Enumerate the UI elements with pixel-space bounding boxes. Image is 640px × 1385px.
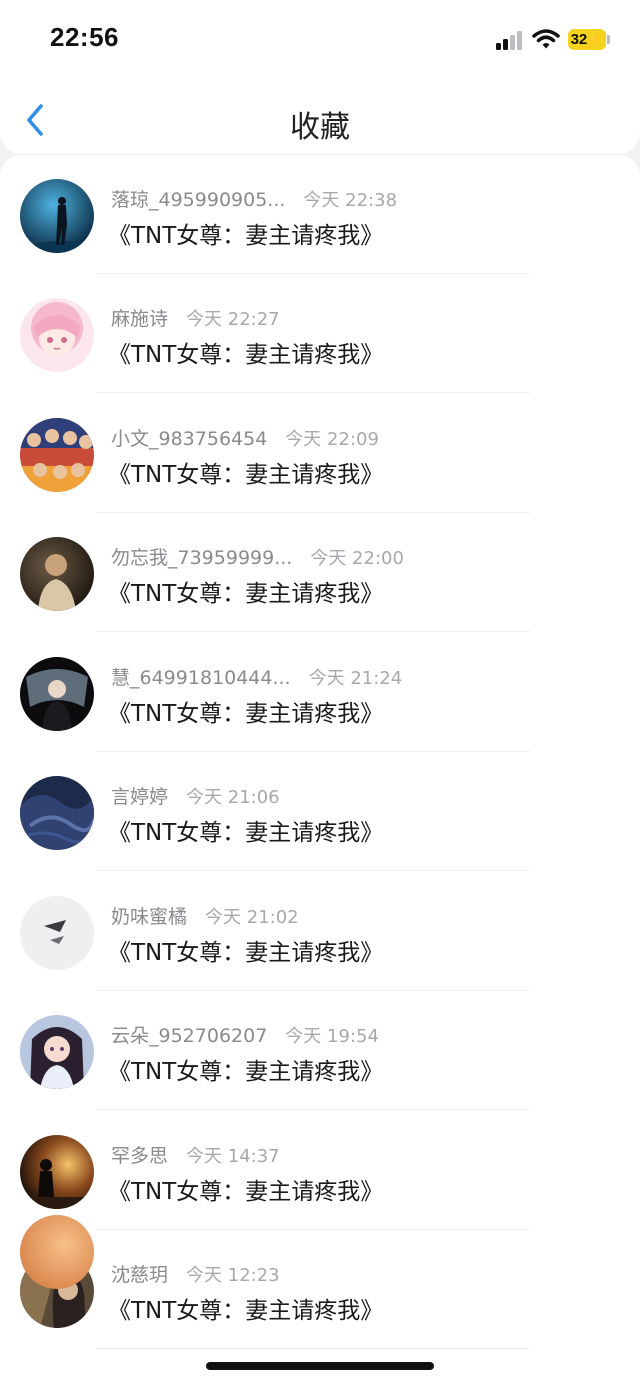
divider xyxy=(96,1348,530,1349)
book-title[interactable]: 《TNT女尊：妻主请疼我》 xyxy=(108,455,383,489)
username[interactable]: 罕多思 xyxy=(111,1145,168,1167)
item-meta: 言婷婷 今天 21:06 xyxy=(111,782,280,809)
timestamp: 今天 22:27 xyxy=(186,309,280,330)
sunset-silhouette-avatar[interactable] xyxy=(20,1135,94,1209)
book-title[interactable]: 《TNT女尊：妻主请疼我》 xyxy=(108,1172,383,1206)
list-item[interactable]: 小文_983756454 今天 22:09 《TNT女尊：妻主请疼我》 xyxy=(0,394,640,513)
list-item[interactable]: 麻施诗 今天 22:27 《TNT女尊：妻主请疼我》 xyxy=(0,274,640,393)
list-item[interactable]: 云朵_952706207 今天 19:54 《TNT女尊：妻主请疼我》 xyxy=(0,991,640,1110)
timestamp: 今天 14:37 xyxy=(186,1146,280,1167)
item-meta: 麻施诗 今天 22:27 xyxy=(111,304,280,331)
username[interactable]: 勿忘我_73959999... xyxy=(111,547,292,569)
book-title[interactable]: 《TNT女尊：妻主请疼我》 xyxy=(108,933,383,967)
list-item[interactable]: 言婷婷 今天 21:06 《TNT女尊：妻主请疼我》 xyxy=(0,752,640,871)
item-meta: 罕多思 今天 14:37 xyxy=(111,1141,280,1168)
timestamp: 今天 19:54 xyxy=(285,1026,379,1047)
list-item[interactable]: 奶味蜜橘 今天 21:02 《TNT女尊：妻主请疼我》 xyxy=(0,872,640,991)
username[interactable]: 沈慈玥 xyxy=(111,1264,168,1286)
book-title[interactable]: 《TNT女尊：妻主请疼我》 xyxy=(108,335,383,369)
battery-nub xyxy=(607,35,610,44)
item-meta: 落琼_495990905... 今天 22:38 xyxy=(111,185,397,212)
partial-avatar[interactable] xyxy=(20,1215,94,1289)
book-title[interactable]: 《TNT女尊：妻主请疼我》 xyxy=(108,694,383,728)
timestamp: 今天 21:06 xyxy=(186,787,280,808)
book-title[interactable]: 《TNT女尊：妻主请疼我》 xyxy=(108,1052,383,1086)
blue-fabric-avatar[interactable] xyxy=(20,776,94,850)
timestamp: 今天 21:02 xyxy=(205,907,299,928)
home-indicator[interactable] xyxy=(206,1362,434,1370)
status-bar: 22:56 32⚡ xyxy=(0,0,640,80)
page-title: 收藏 xyxy=(290,110,350,145)
timestamp: 今天 22:09 xyxy=(285,429,379,450)
username[interactable]: 落琼_495990905... xyxy=(111,189,285,211)
favorites-list[interactable]: 落琼_495990905... 今天 22:38 《TNT女尊：妻主请疼我》 麻施 xyxy=(0,155,640,1385)
list-item[interactable]: 慧_64991810444... 今天 21:24 《TNT女尊：妻主请疼我》 xyxy=(0,633,640,752)
wifi-icon xyxy=(532,28,560,50)
item-meta: 云朵_952706207 今天 19:54 xyxy=(111,1021,379,1048)
timestamp: 今天 21:24 xyxy=(308,668,403,689)
item-meta: 奶味蜜橘 今天 21:02 xyxy=(111,902,299,929)
username[interactable]: 小文_983756454 xyxy=(111,428,267,450)
item-meta: 勿忘我_73959999... 今天 22:00 xyxy=(111,543,404,570)
divider xyxy=(96,631,530,632)
list-item[interactable]: 落琼_495990905... 今天 22:38 《TNT女尊：妻主请疼我》 xyxy=(0,155,640,274)
list-item[interactable]: 沈慈玥 今天 12:23 《TNT女尊：妻主请疼我》 xyxy=(0,1230,640,1349)
book-title[interactable]: 《TNT女尊：妻主请疼我》 xyxy=(108,574,383,608)
item-meta: 沈慈玥 今天 12:23 xyxy=(111,1260,280,1287)
girl-with-veil-avatar[interactable] xyxy=(20,657,94,731)
night-figure-avatar[interactable] xyxy=(20,179,94,253)
pink-anime-girl-avatar[interactable] xyxy=(20,298,94,372)
dark-portrait-avatar[interactable] xyxy=(20,537,94,611)
username[interactable]: 云朵_952706207 xyxy=(111,1025,267,1047)
book-title[interactable]: 《TNT女尊：妻主请疼我》 xyxy=(108,216,383,250)
list-item[interactable]: 勿忘我_73959999... 今天 22:00 《TNT女尊：妻主请疼我》 xyxy=(0,513,640,632)
divider xyxy=(96,1109,530,1110)
battery-level: 32 xyxy=(570,31,588,48)
paper-plane-avatar[interactable] xyxy=(20,896,94,970)
timestamp: 今天 22:00 xyxy=(310,548,404,569)
divider xyxy=(96,870,530,871)
timestamp: 今天 22:38 xyxy=(303,190,398,211)
username[interactable]: 麻施诗 xyxy=(111,308,168,330)
username[interactable]: 奶味蜜橘 xyxy=(111,906,187,928)
anime-girl-avatar[interactable] xyxy=(20,1015,94,1089)
list-item[interactable]: 罕多思 今天 14:37 《TNT女尊：妻主请疼我》 xyxy=(0,1111,640,1230)
nav-bar: 收藏 xyxy=(0,80,640,154)
username[interactable]: 言婷婷 xyxy=(111,786,168,808)
screen: 22:56 32⚡ 收藏 落琼_495990905... 今天 22:38 《T… xyxy=(0,0,640,1385)
item-meta: 慧_64991810444... 今天 21:24 xyxy=(111,663,402,690)
item-meta: 小文_983756454 今天 22:09 xyxy=(111,424,379,451)
group-photo-avatar[interactable] xyxy=(20,418,94,492)
status-time: 22:56 xyxy=(50,22,119,52)
timestamp: 今天 12:23 xyxy=(186,1265,280,1286)
cellular-signal-icon xyxy=(496,30,526,50)
username[interactable]: 慧_64991810444... xyxy=(111,667,291,689)
book-title[interactable]: 《TNT女尊：妻主请疼我》 xyxy=(108,1291,383,1325)
book-title[interactable]: 《TNT女尊：妻主请疼我》 xyxy=(108,813,383,847)
battery-charging-icon: 32⚡ xyxy=(568,29,606,50)
divider xyxy=(96,392,530,393)
